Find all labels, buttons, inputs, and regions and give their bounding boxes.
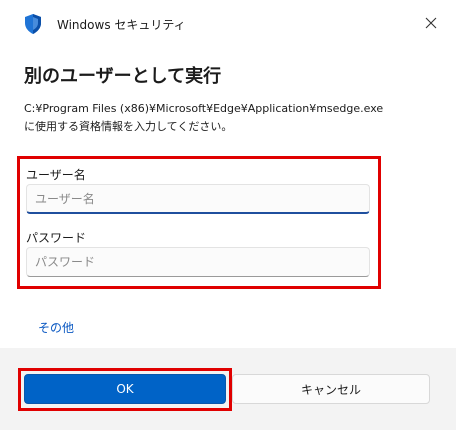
username-label: ユーザー名 (26, 168, 86, 182)
close-button[interactable] (416, 8, 446, 38)
cancel-button[interactable]: キャンセル (232, 374, 430, 404)
close-icon (425, 14, 437, 33)
dialog-description: C:¥Program Files (x86)¥Microsoft¥Edge¥Ap… (24, 100, 444, 136)
dialog-heading: 別のユーザーとして実行 (24, 66, 222, 87)
username-input[interactable] (26, 184, 370, 214)
title-bar: Windows セキュリティ (0, 0, 456, 46)
window-title: Windows セキュリティ (57, 18, 186, 32)
windows-security-dialog: Windows セキュリティ 別のユーザーとして実行 C:¥Program Fi… (0, 0, 456, 430)
description-path: C:¥Program Files (x86)¥Microsoft¥Edge¥Ap… (24, 102, 384, 115)
ok-button[interactable]: OK (24, 374, 226, 404)
password-label: パスワード (26, 231, 87, 245)
description-instruction: に使用する資格情報を入力してください。 (24, 120, 233, 133)
shield-icon (24, 14, 42, 34)
more-choices-link[interactable]: その他 (38, 319, 74, 336)
password-input[interactable] (26, 247, 370, 277)
